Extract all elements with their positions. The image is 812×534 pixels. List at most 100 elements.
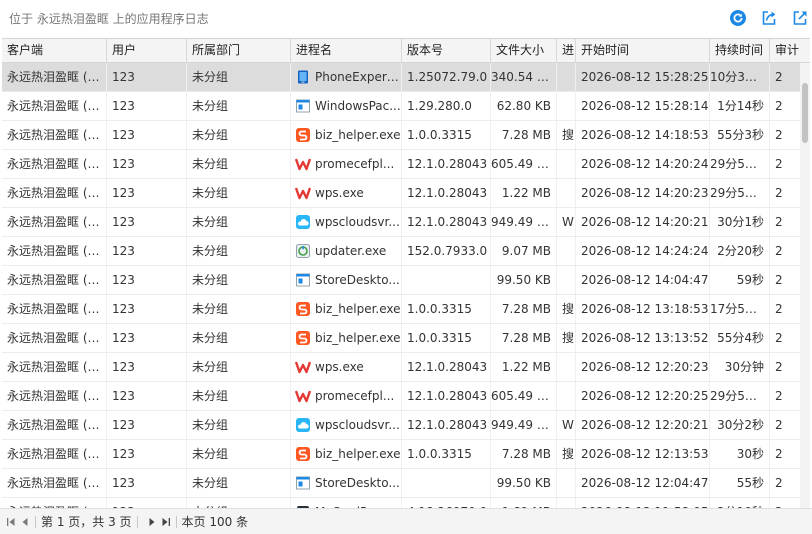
cell-client: 永远热泪盈眶 (1... — [2, 63, 107, 91]
process-name: wps.exe — [315, 186, 364, 200]
process-name: wpscloudsvr... — [315, 215, 400, 229]
pagination-bar: 第 1 页，共 3 页 本页 100 条 — [0, 508, 812, 534]
cell-duration: 29分58秒 — [710, 150, 770, 178]
sogou-icon — [296, 128, 310, 142]
table-row[interactable]: 永远热泪盈眶 (1... 123 未分组 wpscloudsvr... 12.1.0.2… — [2, 208, 800, 237]
table-row[interactable]: 永远热泪盈眶 (1...123未分组 McCardP... 4.18.26070.0… — [2, 498, 800, 508]
column-header[interactable]: 所属部门 — [187, 39, 291, 62]
cell-department: 未分组 — [187, 208, 291, 236]
sogou-icon — [296, 331, 310, 345]
cell-audit: 2 — [770, 237, 800, 265]
cell-extra — [557, 92, 576, 120]
prev-page-icon — [22, 517, 28, 526]
refresh-button[interactable] — [729, 9, 747, 27]
cell-user: 123 — [107, 63, 187, 91]
column-header[interactable]: 审计 — [770, 39, 810, 62]
column-header[interactable]: 文件大小 — [491, 39, 557, 62]
cell-audit: 2 — [770, 353, 800, 381]
table-row[interactable]: 永远热泪盈眶 (1... 123 未分组 biz_helper.exe 1.0.0.33… — [2, 295, 800, 324]
cell-file-size: 7.28 MB — [491, 295, 557, 323]
column-header[interactable]: 版本号 — [402, 39, 491, 62]
cell-duration: 30分1秒 — [710, 208, 770, 236]
first-page-button[interactable] — [6, 517, 16, 527]
cell-process: biz_helper.exe — [291, 295, 402, 323]
table-row[interactable]: 永远热泪盈眶 (1... 123 未分组 wpscloudsvr... 12.1.0.2… — [2, 411, 800, 440]
cell-user: 123 — [107, 498, 187, 508]
cell-duration: 17分59秒 — [710, 295, 770, 323]
cell-audit: 2 — [770, 121, 800, 149]
updater-icon — [296, 244, 310, 258]
cell-file-size: 1.81 MB — [491, 498, 557, 508]
cell-version — [402, 266, 491, 294]
cell-version: 1.0.0.3315 — [402, 295, 491, 323]
process-name: biz_helper.exe — [315, 128, 401, 142]
table-row[interactable]: 永远热泪盈眶 (1... 123 未分组 biz_helper.exe 1.0.0.33… — [2, 440, 800, 469]
table-row[interactable]: 永远热泪盈眶 (1... 123 未分组 PhoneExperi... 1.25072.… — [2, 63, 800, 92]
table-row[interactable]: 永远热泪盈眶 (1... 123 未分组 wps.exe 12.1.0.28043 1.2… — [2, 179, 800, 208]
next-page-button[interactable] — [147, 517, 157, 527]
cell-user: 123 — [107, 179, 187, 207]
cell-start-time: 2026-08-12 11:58:05 — [576, 498, 710, 508]
cell-audit: 2 — [770, 440, 800, 468]
cell-process: updater.exe — [291, 237, 402, 265]
column-header[interactable]: 持续时间 — [710, 39, 770, 62]
cell-start-time: 2026-08-12 14:20:23 — [576, 179, 710, 207]
vertical-scrollbar[interactable] — [800, 63, 810, 508]
table-row[interactable]: 永远热泪盈眶 (1... 123 未分组 StoreDeskto... 99.50 KB… — [2, 266, 800, 295]
cell-duration: 55分3秒 — [710, 121, 770, 149]
cell-file-size: 949.49 KB — [491, 411, 557, 439]
last-page-button[interactable] — [161, 517, 171, 527]
cell-process: StoreDeskto... — [291, 469, 402, 497]
cell-version: 12.1.0.28043 — [402, 353, 491, 381]
column-header[interactable]: 进 — [557, 39, 576, 62]
column-header[interactable]: 用户 — [107, 39, 187, 62]
prev-page-button[interactable] — [20, 517, 30, 527]
cell-version: 12.1.0.28043 — [402, 150, 491, 178]
cell-client: 永远热泪盈眶 (1... — [2, 92, 107, 120]
table-row[interactable]: 永远热泪盈眶 (1... 123 未分组 promecefpl... 12.1.0.28… — [2, 382, 800, 411]
cell-start-time: 2026-08-12 14:20:21 — [576, 208, 710, 236]
cell-version: 12.1.0.28043 — [402, 411, 491, 439]
export-button[interactable] — [760, 9, 778, 27]
table-row[interactable]: 永远热泪盈眶 (1... 123 未分组 biz_helper.exe 1.0.0.33… — [2, 121, 800, 150]
table-row[interactable]: 永远热泪盈眶 (1... 123 未分组 StoreDeskto... 99.50 KB… — [2, 469, 800, 498]
cell-file-size: 949.49 KB — [491, 208, 557, 236]
cell-audit: 2 — [770, 150, 800, 178]
cell-client: 永远热泪盈眶 (1... — [2, 150, 107, 178]
table-row[interactable]: 永远热泪盈眶 (1... 123 未分组 promecefpl... 12.1.0.28… — [2, 150, 800, 179]
table-row[interactable]: 永远热泪盈眶 (1... 123 未分组 WindowsPac... 1.29.280.… — [2, 92, 800, 121]
cell-user: 123 — [107, 150, 187, 178]
table-row[interactable]: 永远热泪盈眶 (1... 123 未分组 biz_helper.exe 1.0.0.33… — [2, 324, 800, 353]
sogou-icon — [296, 447, 310, 461]
cell-audit: 2 — [770, 295, 800, 323]
cloud-icon — [296, 418, 310, 432]
cell-version: 1.0.0.3315 — [402, 440, 491, 468]
table-row[interactable]: 永远热泪盈眶 (1... 123 未分组 wps.exe 12.1.0.28043 1.2… — [2, 353, 800, 382]
start-time-text: 2026-08-12 14:20:21 — [581, 215, 709, 229]
cell-user: 123 — [107, 295, 187, 323]
cell-start-time: 2026-08-12 12:20:21 — [576, 411, 710, 439]
cell-client: 永远热泪盈眶 (1... — [2, 266, 107, 294]
cell-department: 未分组 — [187, 469, 291, 497]
column-header[interactable]: 开始时间 — [576, 39, 710, 62]
cell-start-time: 2026-08-12 14:18:53 — [576, 121, 710, 149]
scrollbar-thumb[interactable] — [802, 83, 808, 143]
cell-version: 1.0.0.3315 — [402, 324, 491, 352]
cell-audit: 2 — [770, 324, 800, 352]
column-header[interactable]: 进程名 — [291, 39, 402, 62]
table-row[interactable]: 永远热泪盈眶 (1... 123 未分组 updater.exe 152.0.7933.… — [2, 237, 800, 266]
start-time-text: 2026-08-12 13:18:53 — [581, 302, 709, 316]
cell-department: 未分组 — [187, 411, 291, 439]
cell-audit: 2 — [770, 382, 800, 410]
cell-client: 永远热泪盈眶 (1... — [2, 237, 107, 265]
column-header[interactable]: 客户端 — [2, 39, 107, 62]
refresh-icon — [730, 10, 746, 26]
last-page-icon — [162, 517, 170, 526]
cell-duration: 2分20秒 — [710, 237, 770, 265]
share-button[interactable] — [791, 9, 809, 27]
cell-department: 未分组 — [187, 266, 291, 294]
cell-client: 永远热泪盈眶 (1... — [2, 382, 107, 410]
cell-client: 永远热泪盈眶 (1... — [2, 411, 107, 439]
pager-separator — [136, 515, 138, 528]
cell-department: 未分组 — [187, 324, 291, 352]
